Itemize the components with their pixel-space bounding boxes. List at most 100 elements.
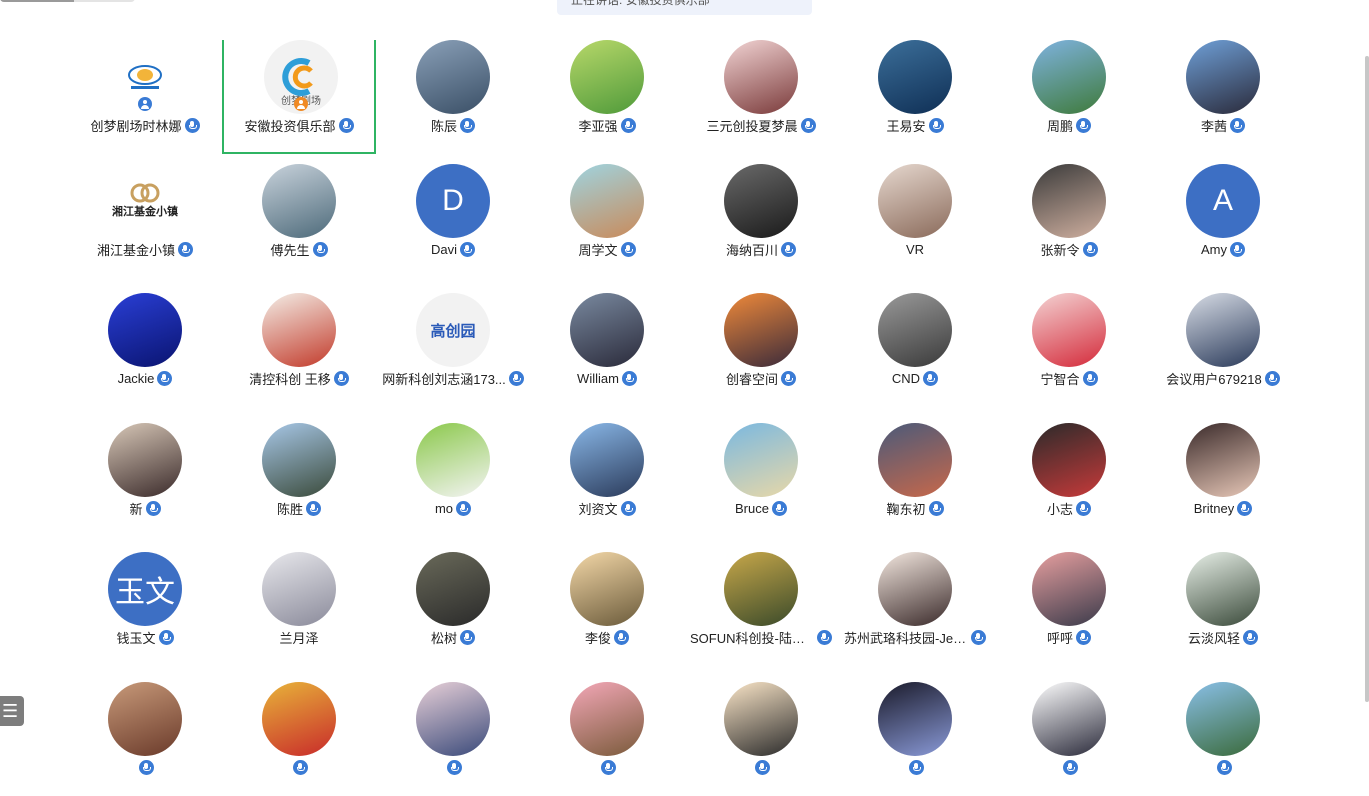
participant-tile[interactable]: 兰月泽	[222, 552, 376, 666]
participant-tile[interactable]: 海纳百川	[684, 164, 838, 278]
participant-tile[interactable]	[222, 682, 376, 796]
participant-name-row: 张新令	[992, 240, 1146, 258]
participant-name-row: 周学文	[530, 240, 684, 258]
participant-tile[interactable]: 张新令	[992, 164, 1146, 278]
participant-tile[interactable]: 刘资文	[530, 423, 684, 537]
participant-tile[interactable]: 李俊	[530, 552, 684, 666]
participant-name-row	[684, 758, 838, 776]
participant-tile[interactable]: Britney	[1146, 423, 1300, 537]
participant-name: 云淡风轻	[1187, 630, 1240, 646]
participant-tile[interactable]: 创睿空间	[684, 293, 838, 407]
speaking-banner-text: 正在讲话: 安徽投资俱乐部	[571, 0, 710, 7]
avatar	[1032, 40, 1106, 114]
vertical-scrollbar[interactable]	[1365, 56, 1369, 702]
participant-name-row: 兰月泽	[222, 628, 376, 646]
microphone-icon	[755, 759, 770, 775]
avatar	[416, 423, 490, 497]
microphone-icon	[145, 500, 161, 516]
avatar	[570, 164, 644, 238]
participant-tile[interactable]: 高创园 网新科创刘志涵173...	[376, 293, 530, 407]
participant-tile[interactable]: 宁智合	[992, 293, 1146, 407]
avatar	[262, 682, 336, 756]
avatar	[724, 423, 798, 497]
participant-tile[interactable]: 傅先生	[222, 164, 376, 278]
participant-tile[interactable]: 陈胜	[222, 423, 376, 537]
participant-tile[interactable]: 松树	[376, 552, 530, 666]
participant-name-row: 李茜	[1146, 116, 1300, 134]
avatar	[1032, 552, 1106, 626]
participant-tile[interactable]: 李茜	[1146, 40, 1300, 154]
participant-tile[interactable]: 小志	[992, 423, 1146, 537]
participant-tile[interactable]: 清控科创 王移	[222, 293, 376, 407]
avatar: D	[416, 164, 490, 238]
participant-tile[interactable]	[838, 682, 992, 796]
participant-name: 周学文	[578, 242, 618, 258]
avatar	[1186, 552, 1260, 626]
participant-tile[interactable]: William	[530, 293, 684, 407]
participant-tile[interactable]	[376, 682, 530, 796]
participant-name-row	[838, 758, 992, 776]
participant-tile[interactable]: D Davi	[376, 164, 530, 278]
participant-name: VR	[905, 241, 925, 257]
participant-tile[interactable]: 王易安	[838, 40, 992, 154]
participant-name-row: 创睿空间	[684, 369, 838, 387]
host-badge-icon	[138, 97, 152, 111]
participant-name: 宁智合	[1040, 371, 1080, 387]
avatar: 高创园	[416, 293, 490, 367]
participant-name: 海纳百川	[725, 242, 778, 258]
participant-tile[interactable]: 苏州武珞科技园-Jes...	[838, 552, 992, 666]
participant-tile[interactable]: Jackie	[68, 293, 222, 407]
participant-name: Davi	[430, 241, 457, 257]
participant-tile[interactable]: 创梦剧场安徽投资俱乐部	[222, 40, 376, 154]
participant-name: 创梦剧场时林娜	[90, 118, 182, 134]
participant-tile[interactable]: 新	[68, 423, 222, 537]
participant-name-row: Bruce	[684, 499, 838, 517]
avatar	[416, 40, 490, 114]
participant-tile[interactable]: VR	[838, 164, 992, 278]
participant-name-row: 李俊	[530, 628, 684, 646]
avatar	[878, 40, 952, 114]
participant-tile[interactable]: 周学文	[530, 164, 684, 278]
microphone-icon	[1076, 500, 1091, 516]
participant-tile[interactable]: CND	[838, 293, 992, 407]
microphone-icon	[1237, 500, 1253, 516]
participant-tile[interactable]: Bruce	[684, 423, 838, 537]
list-icon[interactable]: ☰	[0, 696, 24, 726]
microphone-icon	[971, 629, 986, 645]
microphone-icon	[1063, 759, 1078, 775]
participant-tile[interactable]: 创梦剧场时林娜	[68, 40, 222, 154]
avatar	[724, 40, 798, 114]
participant-tile[interactable]: 呼呼	[992, 552, 1146, 666]
participant-tile[interactable]	[684, 682, 838, 796]
participant-name-row	[992, 758, 1146, 776]
participant-tile[interactable]: 云淡风轻	[1146, 552, 1300, 666]
participant-tile[interactable]: mo	[376, 423, 530, 537]
participant-tile[interactable]: SOFUN科创投-陆沁蔚	[684, 552, 838, 666]
participant-name: William	[577, 370, 619, 386]
participant-tile[interactable]	[68, 682, 222, 796]
participant-name: 小志	[1046, 501, 1073, 517]
participant-tile[interactable]: 玉文 钱玉文	[68, 552, 222, 666]
participant-name-row	[222, 758, 376, 776]
avatar	[262, 293, 336, 367]
avatar	[1032, 164, 1106, 238]
participant-tile[interactable]	[1146, 682, 1300, 796]
participant-tile[interactable]: 湘江基金小镇 湘江基金小镇	[68, 164, 222, 278]
participant-name: 清控科创 王移	[249, 371, 331, 387]
participant-tile[interactable]: 李亚强	[530, 40, 684, 154]
participant-name: 傅先生	[270, 242, 310, 258]
participant-tile[interactable]: 周鹏	[992, 40, 1146, 154]
avatar-initial: D	[442, 184, 464, 217]
participant-name: SOFUN科创投-陆沁蔚	[690, 630, 814, 646]
participant-tile[interactable]	[992, 682, 1146, 796]
avatar	[1032, 423, 1106, 497]
participant-name: Amy	[1201, 241, 1227, 257]
participant-name-row: 宁智合	[992, 369, 1146, 387]
participant-tile[interactable]: 三元创投夏梦晨	[684, 40, 838, 154]
participant-tile[interactable]: 会议用户679218	[1146, 293, 1300, 407]
participant-tile[interactable]: A Amy	[1146, 164, 1300, 278]
microphone-icon	[338, 117, 354, 133]
participant-tile[interactable]: 鞠东初	[838, 423, 992, 537]
participant-tile[interactable]	[530, 682, 684, 796]
participant-tile[interactable]: 陈辰	[376, 40, 530, 154]
